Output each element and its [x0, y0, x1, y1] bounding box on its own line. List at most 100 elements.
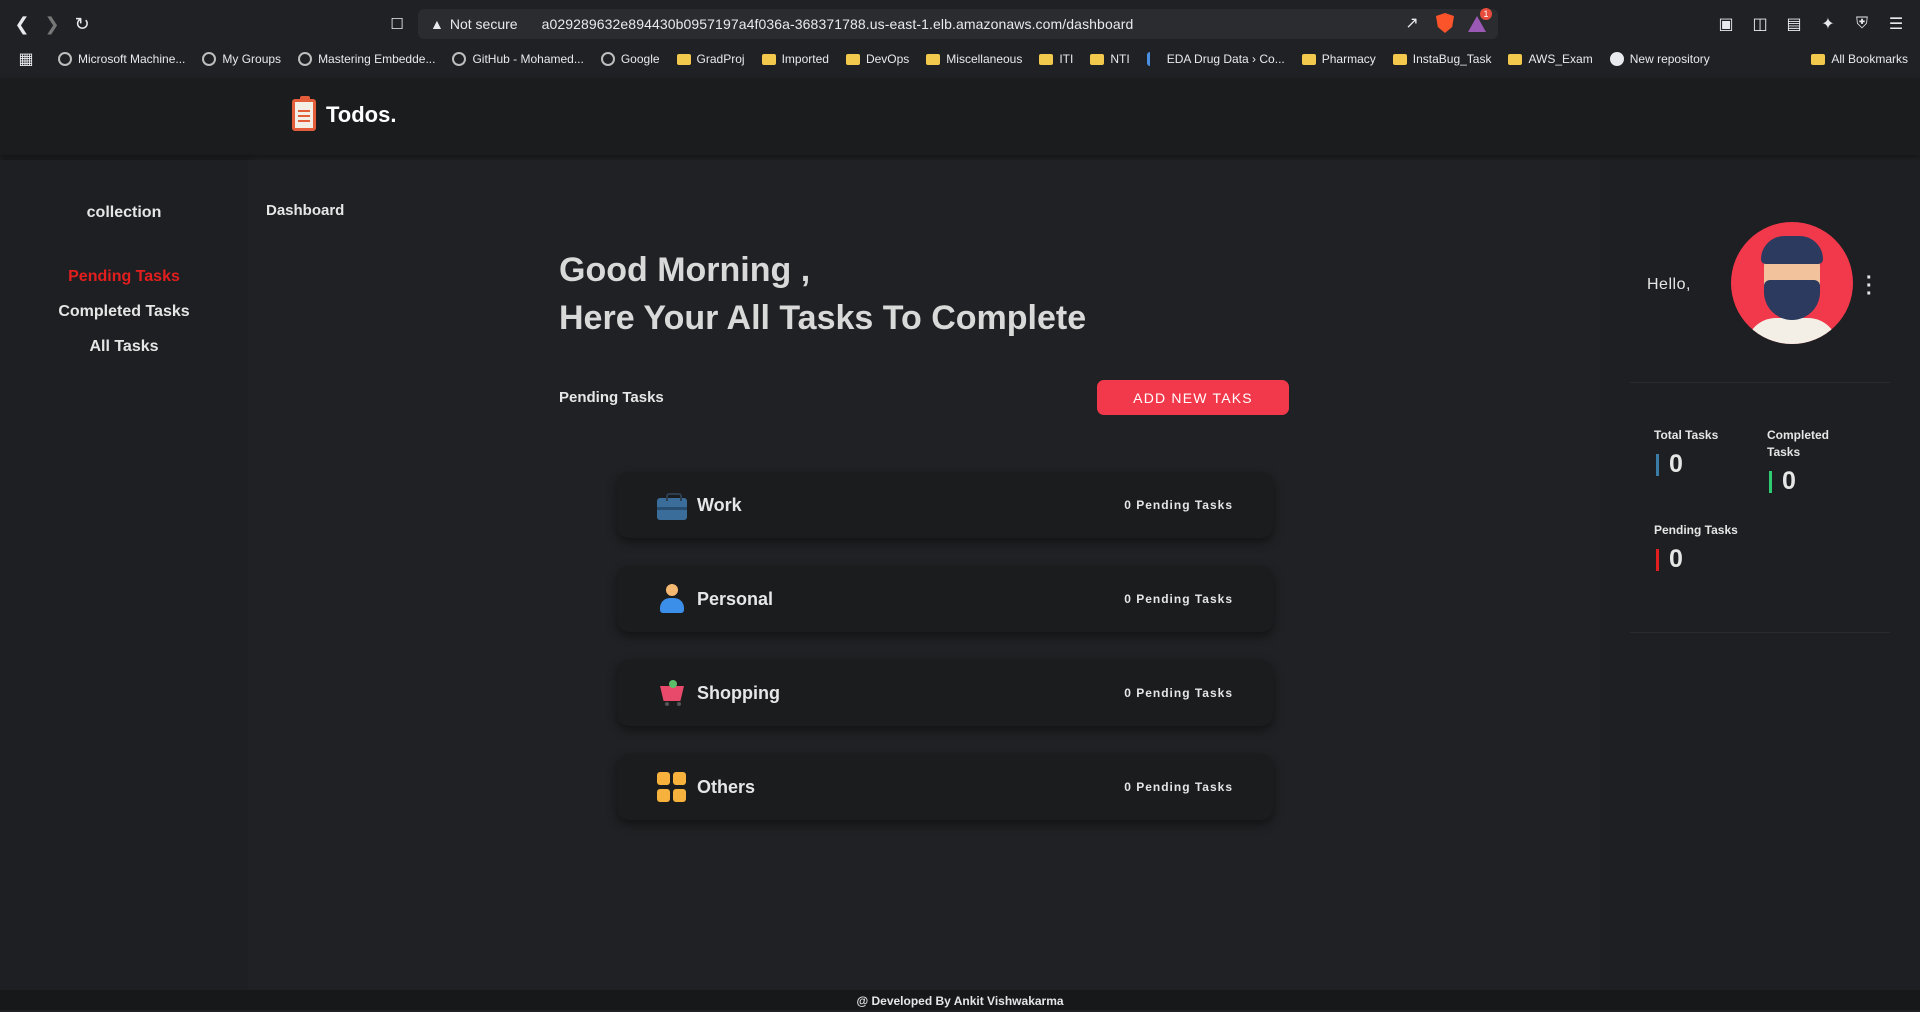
completed-tasks-label: Completed Tasks	[1767, 428, 1830, 459]
more-options-icon[interactable]: · · ·	[1866, 268, 1873, 304]
sidebar-toggle-icon[interactable]: ◫	[1750, 14, 1770, 34]
rewards-badge: 1	[1480, 8, 1492, 20]
globe-icon	[298, 52, 313, 66]
forward-icon[interactable]: ❯	[38, 10, 66, 38]
bookmarks-list: Microsoft Machine... My Groups Mastering E…	[58, 52, 1727, 66]
bookmark-item[interactable]: DevOps	[845, 52, 909, 66]
grid-icon	[657, 772, 687, 802]
app-header: Todos.	[0, 79, 1920, 155]
briefcase-icon	[657, 493, 687, 520]
bookmark-label: Google	[620, 52, 660, 66]
bookmark-item[interactable]: NTI	[1090, 52, 1130, 66]
folder-icon	[1508, 53, 1523, 65]
url-text[interactable]: a029289632e894430b0957197a4f036a-3683717…	[542, 16, 1134, 32]
globe-icon	[452, 52, 467, 66]
back-icon[interactable]: ❮	[8, 10, 36, 38]
category-card-others[interactable]: Others 0 Pending Tasks	[617, 754, 1273, 820]
folder-icon	[1811, 53, 1826, 65]
bookmark-item[interactable]: Miscellaneous	[926, 52, 1022, 66]
total-tasks-value: 0	[1669, 450, 1683, 478]
breadcrumb: Dashboard	[266, 202, 345, 219]
all-bookmarks[interactable]: All Bookmarks	[1811, 52, 1908, 66]
bookmark-label: Microsoft Machine...	[78, 52, 186, 66]
profile-panel: Hello, · · · Total Tasks 0 Completed Tasks…	[1600, 160, 1920, 990]
menu-icon[interactable]: ☰	[1886, 14, 1906, 34]
globe-icon	[58, 52, 72, 66]
folder-icon	[845, 53, 860, 65]
address-bar[interactable]: ▲ Not secure a029289632e894430b0957197a4…	[418, 8, 1498, 39]
sidebar: collection Pending Tasks Completed Tasks…	[0, 160, 248, 990]
bookmark-item[interactable]: AWS_Exam	[1508, 52, 1593, 66]
category-card-personal[interactable]: Personal 0 Pending Tasks	[617, 566, 1273, 632]
pending-tasks-stat: 0	[1656, 545, 1683, 574]
bookmark-item[interactable]: GradProj	[676, 52, 745, 66]
app-logo[interactable]: Todos.	[292, 96, 396, 131]
category-card-shopping[interactable]: Shopping 0 Pending Tasks	[617, 660, 1273, 726]
pending-bar	[1656, 548, 1659, 571]
reload-icon[interactable]: ↻	[68, 10, 96, 38]
bookmark-label: ITI	[1059, 52, 1074, 66]
browser-chrome: ❮ ❯ ↻ ☐ ▲ Not secure a029289632e894430b0…	[0, 0, 1920, 79]
pending-tasks-label: Pending Tasks	[1654, 523, 1738, 537]
vpn-icon[interactable]: ⛨	[1852, 14, 1872, 34]
bookmark-label: NTI	[1110, 52, 1130, 66]
category-name: Personal	[697, 588, 774, 609]
bookmark-item[interactable]: EDA Drug Data › Co...	[1146, 52, 1285, 66]
brave-rewards-icon[interactable]: 1	[1468, 8, 1492, 32]
hello-text: Hello,	[1647, 276, 1691, 293]
bookmark-label: Imported	[781, 52, 829, 66]
folder-icon	[1392, 53, 1407, 65]
divider	[1630, 382, 1890, 383]
apps-grid-icon[interactable]: ▦	[16, 49, 36, 69]
bookmark-item[interactable]: Microsoft Machine...	[58, 52, 185, 66]
greeting-line-1: Good Morning ,	[559, 251, 811, 289]
bookmark-item[interactable]: Imported	[761, 52, 829, 66]
share-icon[interactable]: ↗	[1402, 13, 1422, 33]
add-new-task-button[interactable]: ADD NEW TAKS	[1097, 380, 1289, 415]
folder-icon	[926, 53, 941, 65]
sidebar-title: collection	[86, 204, 162, 221]
greeting-heading: Good Morning , Here Your All Tasks To Co…	[559, 246, 1086, 342]
folder-icon	[1301, 53, 1316, 65]
bookmark-label: New repository	[1629, 52, 1710, 66]
bookmark-label: InstaBug_Task	[1412, 52, 1492, 66]
folder-icon	[761, 53, 776, 65]
completed-tasks-stat: 0	[1769, 467, 1796, 496]
category-name: Others	[697, 776, 756, 797]
greeting-line-2: Here Your All Tasks To Complete	[559, 299, 1087, 337]
folder-icon	[1090, 53, 1105, 65]
bookmark-item[interactable]: Google	[600, 52, 660, 66]
github-icon	[1609, 52, 1624, 66]
bookmark-item[interactable]: Mastering Embedde...	[298, 52, 435, 66]
brave-shield-icon[interactable]	[1436, 13, 1454, 33]
bookmark-page-icon[interactable]: ☐	[383, 10, 411, 38]
cart-icon	[657, 678, 687, 708]
avatar[interactable]	[1731, 222, 1853, 344]
leo-ai-icon[interactable]: ✦	[1818, 14, 1838, 34]
warning-icon: ▲	[430, 16, 444, 32]
bookmark-item[interactable]: Pharmacy	[1301, 52, 1376, 66]
bookmarks-bar: ▦ Microsoft Machine... My Groups Mastering…	[0, 47, 1920, 71]
bookmark-label: EDA Drug Data › Co...	[1166, 52, 1285, 66]
sidebar-item-completed-tasks[interactable]: Completed Tasks	[0, 303, 248, 321]
footer: @ Developed By Ankit Vishwakarma	[0, 990, 1920, 1010]
category-count: 0 Pending Tasks	[1124, 686, 1233, 700]
bookmark-item[interactable]: InstaBug_Task	[1392, 52, 1492, 66]
bookmark-item[interactable]: My Groups	[202, 52, 281, 66]
section-label: Pending Tasks	[559, 389, 664, 406]
bookmark-item[interactable]: GitHub - Mohamed...	[452, 52, 584, 66]
pending-tasks-value: 0	[1669, 545, 1683, 573]
category-count: 0 Pending Tasks	[1124, 498, 1233, 512]
security-indicator[interactable]: ▲ Not secure	[430, 16, 518, 32]
category-card-work[interactable]: Work 0 Pending Tasks	[617, 472, 1273, 538]
bookmark-item[interactable]: ITI	[1039, 52, 1073, 66]
bookmark-label: Pharmacy	[1321, 52, 1376, 66]
category-name: Shopping	[697, 682, 780, 703]
all-bookmarks-label: All Bookmarks	[1831, 52, 1908, 66]
bookmark-item[interactable]: New repository	[1609, 52, 1710, 66]
sidebar-item-all-tasks[interactable]: All Tasks	[0, 338, 248, 356]
sidebar-item-pending-tasks[interactable]: Pending Tasks	[0, 268, 248, 286]
person-icon	[657, 584, 687, 614]
screenshot-icon[interactable]: ▣	[1716, 14, 1736, 34]
wallet-icon[interactable]: ▤	[1784, 14, 1804, 34]
